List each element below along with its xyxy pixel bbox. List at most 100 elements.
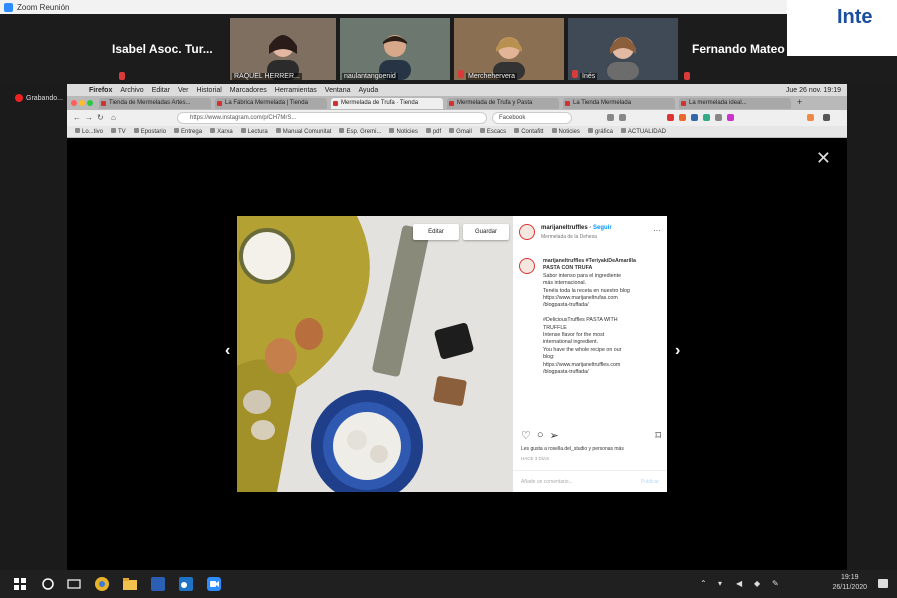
follow-button[interactable]: Seguir — [593, 225, 612, 231]
notifications-icon[interactable] — [877, 577, 889, 589]
bookmark-item[interactable]: Epostario — [134, 128, 166, 135]
bookmark-icon[interactable]: ⌑ — [655, 429, 661, 442]
muted-mic-icon — [458, 70, 464, 78]
forward-icon[interactable]: → — [85, 113, 93, 122]
muted-mic-icon — [572, 70, 578, 78]
extension-icon[interactable] — [807, 114, 814, 121]
participant-label: Inés — [580, 73, 598, 80]
bookmark-item[interactable]: Noticies — [552, 128, 580, 135]
caption-link[interactable]: https://www.marijaneltruffles.com — [543, 362, 661, 369]
menu-item[interactable]: Marcadores — [230, 87, 267, 94]
browser-tab[interactable]: Mermelada de Trufa y Pasta — [447, 98, 559, 109]
video-tile[interactable]: Inés — [568, 18, 678, 80]
caption-avatar[interactable] — [519, 258, 535, 274]
close-modal-icon[interactable]: ✕ — [816, 148, 831, 169]
extension-icon[interactable] — [691, 114, 698, 121]
edit-button[interactable]: Editar — [413, 224, 459, 240]
previous-post-icon[interactable]: ‹ — [225, 342, 230, 360]
caption-link[interactable]: https://www.marijaneltrufas.com — [543, 295, 661, 302]
menu-item[interactable]: Ver — [178, 87, 189, 94]
pen-icon[interactable]: ✎ — [772, 579, 779, 588]
share-icon[interactable]: ➢ — [550, 429, 559, 442]
bookmark-item[interactable]: Contafitt — [514, 128, 543, 135]
wifi-icon[interactable]: ◆ — [754, 579, 760, 588]
volume-icon[interactable]: ◀ — [736, 579, 742, 588]
bookmark-item[interactable]: Lectura — [241, 128, 268, 135]
post-header-user: marijaneltruffles · Seguir — [541, 225, 612, 231]
menu-item[interactable]: Editar — [152, 87, 170, 94]
bookmark-item[interactable]: Manual Comunitat — [276, 128, 332, 135]
menu-icon[interactable] — [823, 114, 830, 121]
minimize-window-icon[interactable] — [79, 100, 85, 106]
maximize-window-icon[interactable] — [87, 100, 93, 106]
task-view-icon[interactable] — [66, 576, 82, 592]
back-icon[interactable]: ← — [73, 113, 81, 122]
menu-item[interactable]: Ayuda — [358, 87, 378, 94]
extension-icon[interactable] — [715, 114, 722, 121]
video-tile[interactable]: naulantangoenid — [340, 18, 450, 80]
bookmark-item[interactable]: Xarxa — [210, 128, 233, 135]
extension-icon[interactable] — [727, 114, 734, 121]
profile-avatar[interactable] — [519, 224, 535, 240]
search-bar[interactable]: Facebook — [492, 112, 572, 124]
word-icon[interactable] — [150, 576, 166, 592]
browser-tab[interactable]: La mermelada ideal... — [679, 98, 791, 109]
downloads-icon[interactable] — [607, 114, 614, 121]
menu-item[interactable]: Ventana — [325, 87, 351, 94]
username-link[interactable]: marijaneltruffles — [541, 225, 588, 231]
extension-icon[interactable] — [703, 114, 710, 121]
more-options-icon[interactable]: ··· — [653, 226, 661, 235]
url-bar[interactable]: https://www.instagram.com/p/CH7MrS... — [177, 112, 487, 124]
video-tile[interactable]: RAQUEL HERRER... — [230, 18, 336, 80]
bookmark-item[interactable]: pdf — [426, 128, 441, 135]
menu-item[interactable]: Herramientas — [275, 87, 317, 94]
browser-tab[interactable]: Tienda de Mermeladas Artes... — [99, 98, 211, 109]
bookmark-item[interactable]: ACTUALIDAD — [621, 128, 666, 135]
tray-expand-icon[interactable]: ⌃ — [700, 579, 707, 588]
bookmark-item[interactable]: Gmail — [449, 128, 472, 135]
recording-indicator[interactable]: Grabando... — [15, 94, 63, 102]
bookmark-item[interactable]: Lo...tivo — [75, 128, 103, 135]
chrome-icon[interactable] — [94, 576, 110, 592]
caption-link[interactable]: /blogpasta-truffada/ — [543, 369, 661, 376]
comment-icon[interactable]: ○ — [537, 429, 544, 442]
next-post-icon[interactable]: › — [675, 342, 680, 360]
file-explorer-icon[interactable] — [122, 576, 138, 592]
browser-tab[interactable]: La Tienda Mermelada — [563, 98, 675, 109]
bookmark-item[interactable]: gráfica — [588, 128, 613, 135]
extension-icon[interactable] — [679, 114, 686, 121]
bookmark-item[interactable]: Entrega — [174, 128, 202, 135]
windows-start-icon[interactable] — [12, 576, 28, 592]
bookmark-item[interactable]: Esp. Gremi... — [339, 128, 381, 135]
like-heart-icon[interactable]: ♡ — [521, 429, 531, 442]
taskbar-clock[interactable]: 19:19 26/11/2020 — [832, 573, 867, 593]
window-title: Zoom Reunión — [17, 2, 70, 12]
post-photo[interactable] — [237, 216, 513, 492]
library-icon[interactable] — [619, 114, 626, 121]
bookmarks-bar: Lo...tivo TV Epostario Entrega Xarxa Lec… — [67, 126, 847, 138]
network-icon[interactable]: ▾ — [718, 579, 722, 588]
search-icon[interactable] — [40, 576, 56, 592]
browser-tab[interactable]: La Fábrica Mermelada | Tienda — [215, 98, 327, 109]
publish-button[interactable]: Publicar — [641, 471, 659, 493]
video-tile[interactable]: Merchehervera — [454, 18, 564, 80]
browser-tab-active[interactable]: Mermelada de Trufa · Tienda — [331, 98, 443, 109]
caption-link[interactable]: /blogpasta-truffada/ — [543, 302, 661, 309]
extension-icon[interactable] — [667, 114, 674, 121]
reload-icon[interactable]: ↻ — [97, 113, 104, 122]
bookmark-item[interactable]: Noticies — [389, 128, 417, 135]
likes-text[interactable]: Les gusta a rosella.del_studio y persona… — [521, 446, 663, 452]
menu-item[interactable]: Archivo — [120, 87, 143, 94]
zoom-taskbar-icon[interactable] — [206, 576, 222, 592]
bookmark-item[interactable]: TV — [111, 128, 126, 135]
comment-input[interactable]: Añade un comentario... Publicar — [513, 470, 667, 492]
new-tab-icon[interactable]: + — [797, 97, 802, 107]
outlook-icon[interactable] — [178, 576, 194, 592]
menu-item[interactable]: Firefox — [89, 87, 112, 94]
close-window-icon[interactable] — [71, 100, 77, 106]
save-button[interactable]: Guardar — [463, 224, 509, 240]
menu-item[interactable]: Historial — [197, 87, 222, 94]
post-location[interactable]: Mermelada de la Dehesa — [541, 234, 597, 240]
bookmark-item[interactable]: Escacs — [480, 128, 506, 135]
home-icon[interactable]: ⌂ — [111, 113, 116, 122]
